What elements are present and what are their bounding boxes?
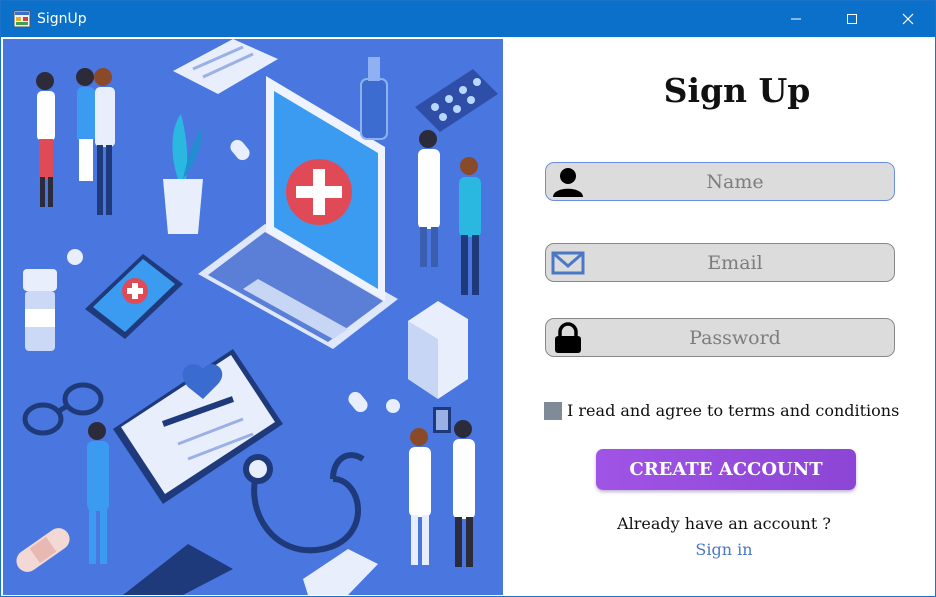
password-field[interactable]: [545, 318, 895, 357]
terms-label[interactable]: I read and agree to terms and conditions: [567, 401, 899, 420]
terms-agreement[interactable]: I read and agree to terms and conditions: [544, 401, 899, 420]
lock-icon: [555, 322, 581, 353]
window-title: SignUp: [37, 11, 87, 27]
title-bar[interactable]: SignUp: [1, 1, 935, 37]
user-icon: [553, 168, 583, 197]
close-icon: [902, 13, 914, 25]
maximize-icon: [847, 14, 857, 24]
medical-illustration: [3, 39, 503, 595]
email-input[interactable]: [590, 246, 880, 279]
envelope-icon: [551, 251, 585, 275]
password-input[interactable]: [590, 321, 880, 354]
minimize-button[interactable]: [767, 1, 825, 37]
pill-bottle-icon: [23, 269, 57, 351]
minimize-icon: [791, 18, 801, 20]
name-field[interactable]: [545, 162, 895, 201]
signup-form: Sign Up I read and agree to ter: [504, 39, 935, 595]
close-button[interactable]: [879, 1, 935, 37]
page-title: Sign Up: [663, 71, 811, 110]
sign-in-link[interactable]: Sign in: [504, 540, 935, 559]
email-field[interactable]: [545, 243, 895, 282]
create-account-button[interactable]: CREATE ACCOUNT: [596, 449, 856, 490]
already-account-text: Already have an account ?: [617, 514, 831, 533]
name-input[interactable]: [590, 165, 880, 198]
app-icon: [13, 10, 31, 28]
terms-checkbox[interactable]: [544, 401, 562, 420]
signup-window: SignUp Sign Up Name Email I read and agr…: [0, 0, 936, 597]
maximize-button[interactable]: [823, 1, 881, 37]
